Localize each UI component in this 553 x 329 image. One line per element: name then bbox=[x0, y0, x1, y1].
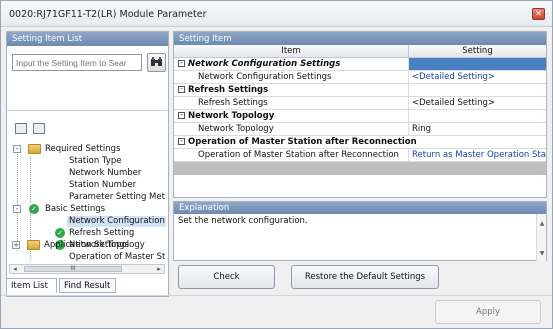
folder-icon bbox=[28, 144, 41, 154]
tab-find-result[interactable]: Find Result bbox=[59, 278, 116, 293]
table-row[interactable]: - Operation of Master Station after Recon… bbox=[174, 136, 546, 149]
collapse-all-icon[interactable] bbox=[32, 123, 45, 134]
scroll-thumb: III bbox=[24, 266, 122, 272]
folder-icon bbox=[27, 240, 40, 250]
explanation-panel: Explanation Set the network configuratio… bbox=[173, 201, 547, 261]
binoculars-search-icon[interactable] bbox=[147, 53, 166, 72]
tree-node-required-settings[interactable]: - Required Settings bbox=[11, 144, 166, 155]
expand-all-icon[interactable] bbox=[15, 123, 27, 134]
close-button[interactable]: ✕ bbox=[532, 8, 545, 20]
check-button[interactable]: Check bbox=[178, 265, 275, 289]
check-icon: ✓ bbox=[55, 228, 65, 238]
tree-node-application-settings[interactable]: + Application Settings bbox=[10, 240, 165, 251]
scroll-left-icon: ◂ bbox=[13, 265, 17, 273]
tree-node-operation-of-master-station[interactable]: Operation of Master St bbox=[69, 252, 165, 263]
apply-button[interactable]: Apply bbox=[435, 300, 541, 324]
check-icon: ✓ bbox=[29, 204, 39, 214]
tree-node-basic-settings[interactable]: - ✓ Basic Settings bbox=[11, 204, 166, 215]
column-header-setting: Setting bbox=[408, 45, 546, 58]
scroll-up-icon: ▲ bbox=[539, 220, 545, 227]
table-row[interactable]: Network Configuration Settings <Detailed… bbox=[174, 71, 546, 84]
window-title: 0020:RJ71GF11-T2(LR) Module Parameter bbox=[9, 9, 207, 20]
tree-node-station-type[interactable]: Station Type bbox=[69, 156, 121, 167]
setting-item-list-panel: Setting Item List - Required Settings bbox=[6, 31, 169, 297]
setting-item-list-header: Setting Item List bbox=[7, 32, 168, 46]
tree-node-parameter-setting-method[interactable]: Parameter Setting Meth bbox=[69, 192, 165, 203]
title-bar: 0020:RJ71GF11-T2(LR) Module Parameter ✕ bbox=[1, 1, 552, 27]
explanation-vertical-scrollbar[interactable]: ▲ ▼ bbox=[536, 214, 546, 261]
restore-default-settings-button[interactable]: Restore the Default Settings bbox=[291, 265, 439, 289]
table-row[interactable]: Operation of Master Station after Reconn… bbox=[174, 149, 546, 162]
table-row[interactable]: Refresh Settings <Detailed Setting> bbox=[174, 97, 546, 110]
tree-node-network-number[interactable]: Network Number bbox=[69, 168, 141, 179]
explanation-text: Set the network configuration. bbox=[178, 216, 308, 226]
empty-grid-area bbox=[174, 162, 546, 175]
table-row[interactable]: - Network Topology bbox=[174, 110, 546, 123]
scroll-right-icon: ▸ bbox=[157, 265, 161, 273]
search-input[interactable] bbox=[12, 54, 142, 71]
table-row[interactable]: Network Topology Ring bbox=[174, 123, 546, 136]
tree-horizontal-scrollbar[interactable]: ◂ III ▸ bbox=[9, 264, 165, 274]
table-row[interactable]: - Network Configuration Settings bbox=[174, 58, 546, 71]
column-header-item: Item bbox=[174, 45, 408, 58]
footer-divider bbox=[1, 295, 552, 296]
tab-item-list[interactable]: Item List bbox=[6, 278, 57, 293]
module-parameter-window: 0020:RJ71GF11-T2(LR) Module Parameter ✕ … bbox=[0, 0, 553, 329]
setting-item-panel: Setting Item Item Setting - Network Confi… bbox=[173, 31, 547, 198]
setting-item-header: Setting Item bbox=[174, 32, 546, 45]
tree-node-station-number[interactable]: Station Number bbox=[69, 180, 136, 191]
scroll-down-icon: ▼ bbox=[539, 250, 545, 257]
explanation-header: Explanation bbox=[174, 202, 546, 214]
tree-node-network-configuration[interactable]: Network Configuration bbox=[67, 216, 166, 227]
table-row[interactable]: - Refresh Settings bbox=[174, 84, 546, 97]
